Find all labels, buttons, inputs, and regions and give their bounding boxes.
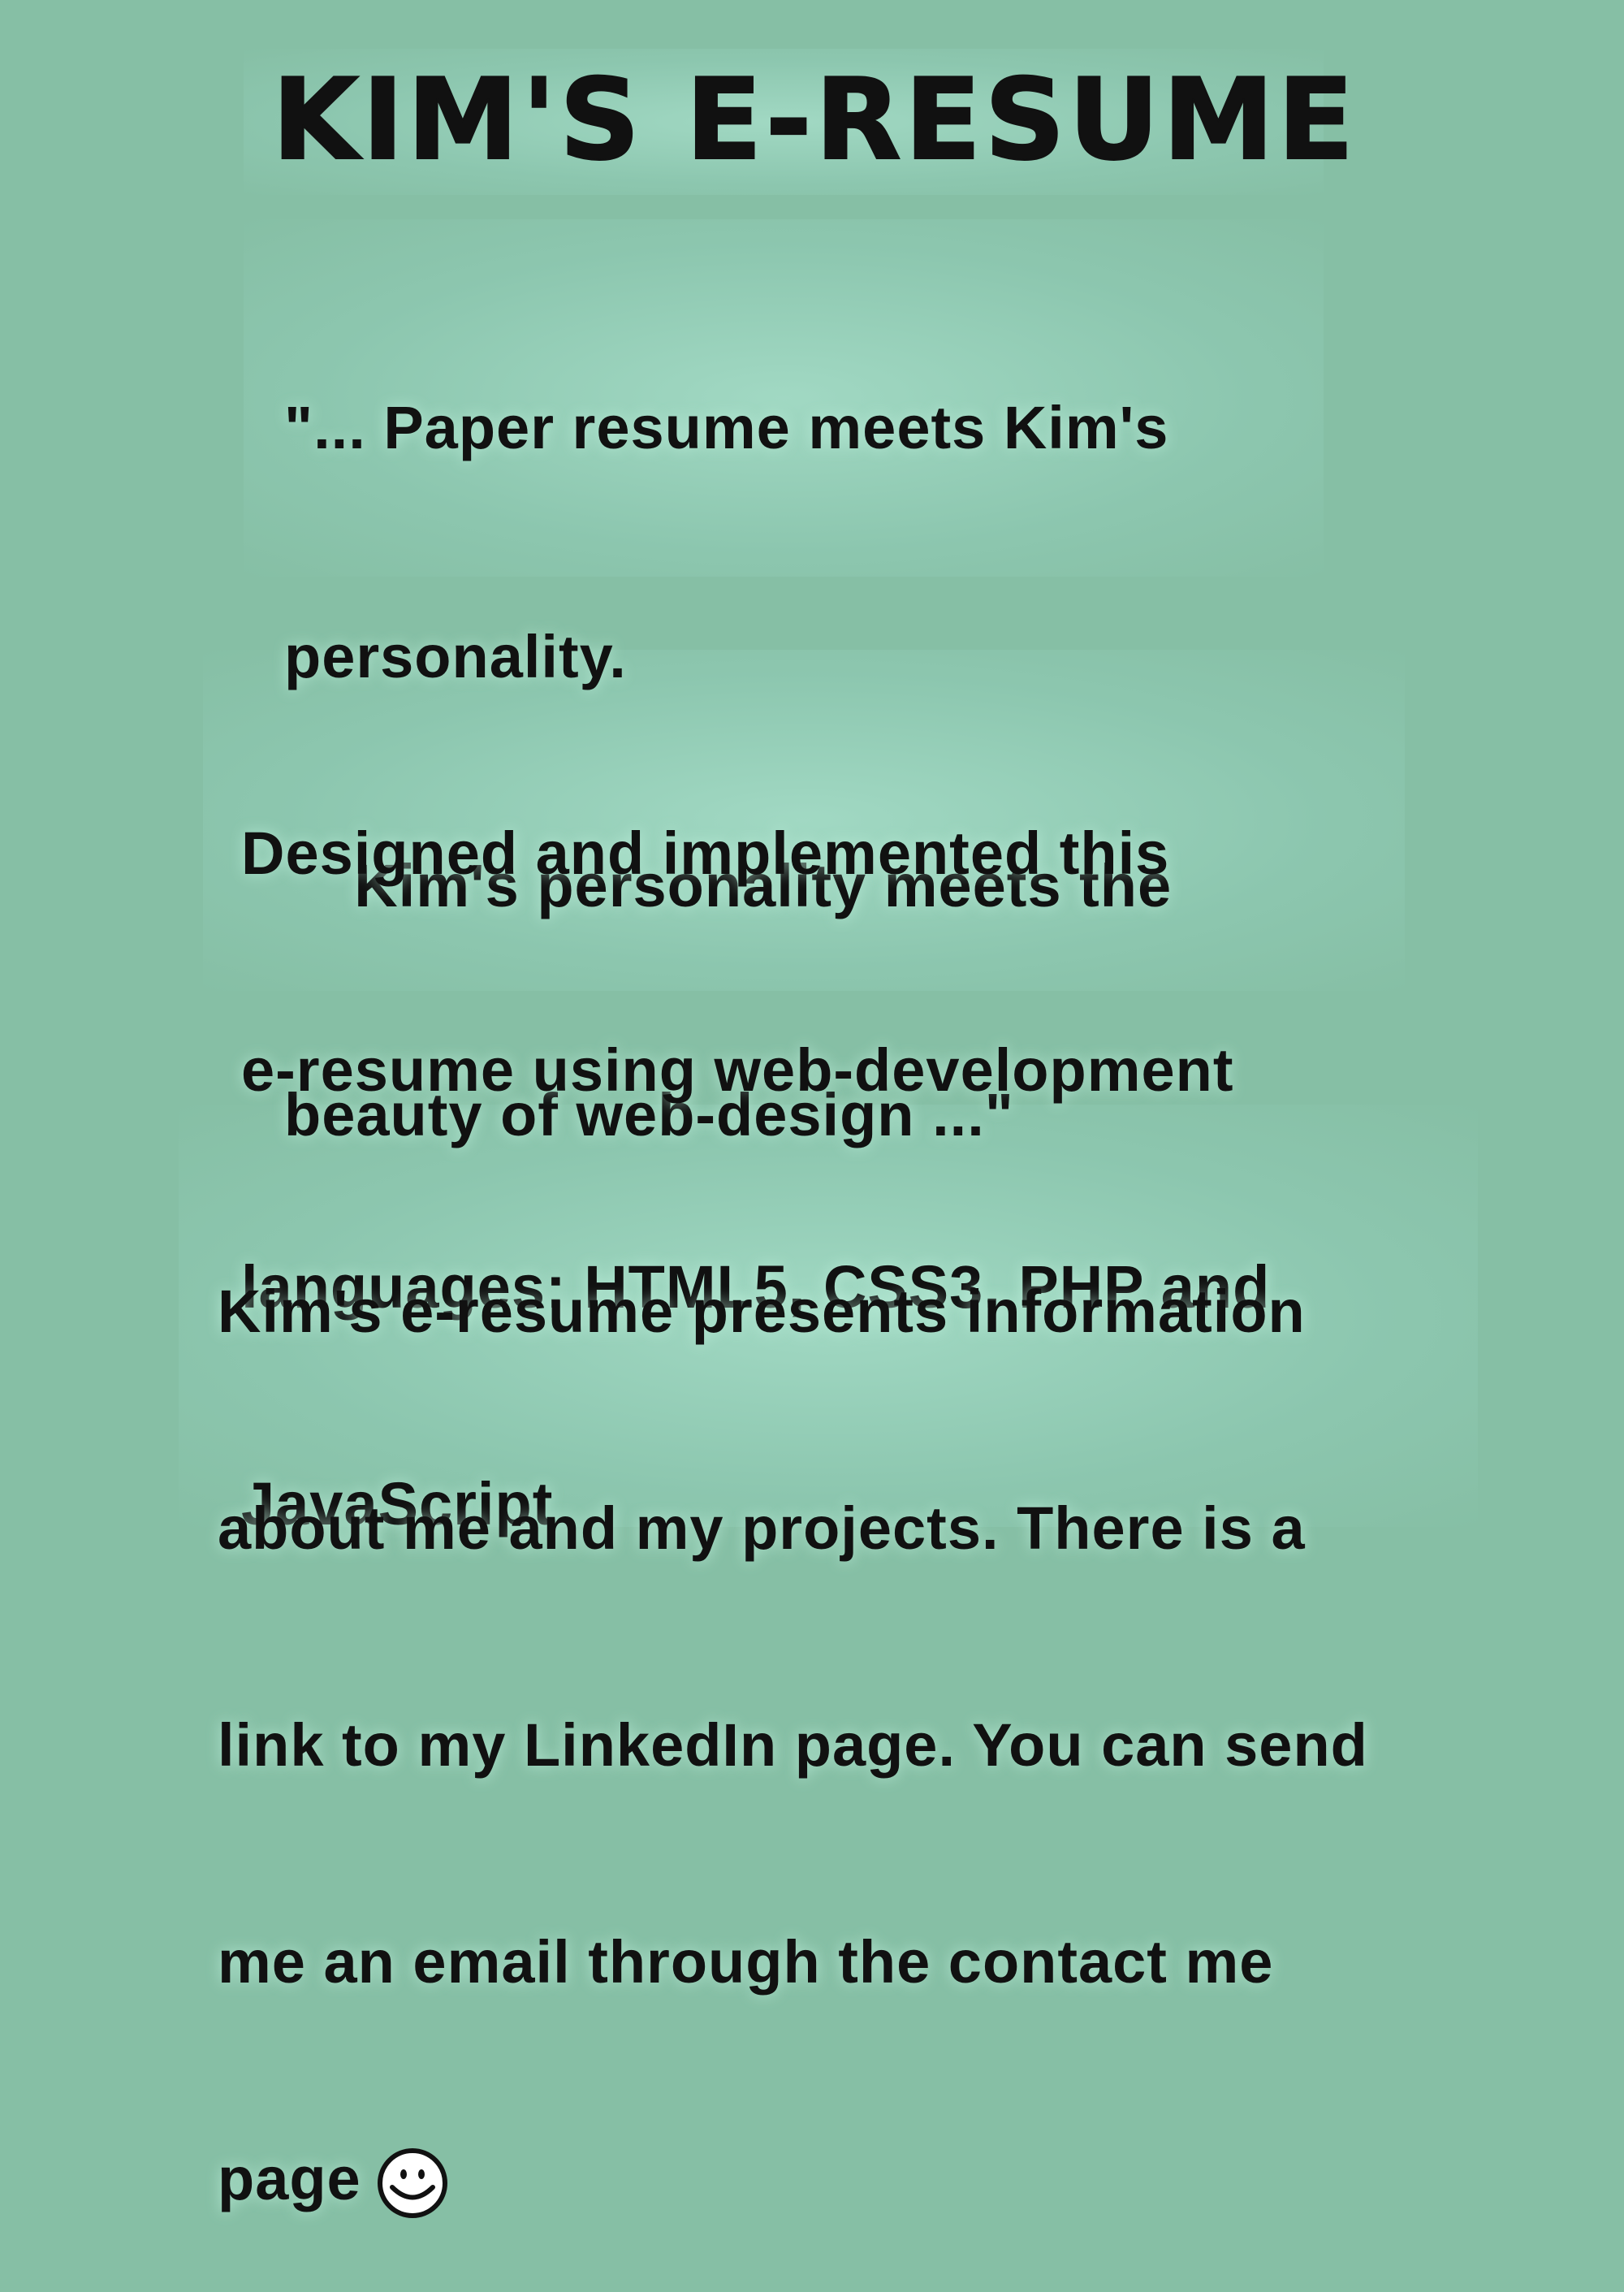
about-last-line: page [218,2143,1368,2220]
about-line: link to my LinkedIn page. You can send [218,1711,1368,1779]
about-line: page [218,2145,361,2212]
about-block: Kim's e-resume presents information abou… [218,1131,1368,2292]
about-line: about me and my projects. There is a [218,1494,1306,1562]
description-line: Designed and implemented this [241,819,1170,887]
smiley-face-icon [376,2147,449,2220]
description-line: e-resume using web-development [241,1036,1234,1104]
page-title: KIM'S E-RESUME [271,54,1358,185]
about-line: me an email through the contact me [218,1928,1274,1996]
quote-line: "... Paper resume meets Kim's [284,394,1169,461]
about-line: Kim's e-resume presents information [218,1278,1306,1345]
